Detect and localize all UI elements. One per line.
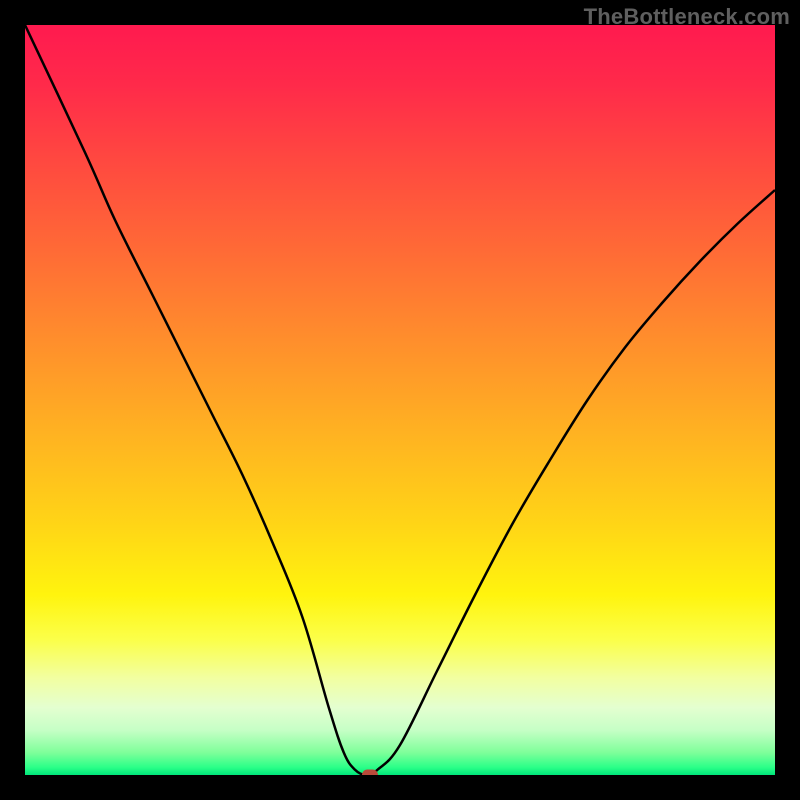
bottleneck-curve — [25, 25, 775, 775]
watermark-text: TheBottleneck.com — [584, 4, 790, 30]
plot-area — [25, 25, 775, 775]
chart-frame: TheBottleneck.com — [0, 0, 800, 800]
optimal-point-marker — [362, 770, 378, 776]
curve-path — [25, 25, 775, 775]
